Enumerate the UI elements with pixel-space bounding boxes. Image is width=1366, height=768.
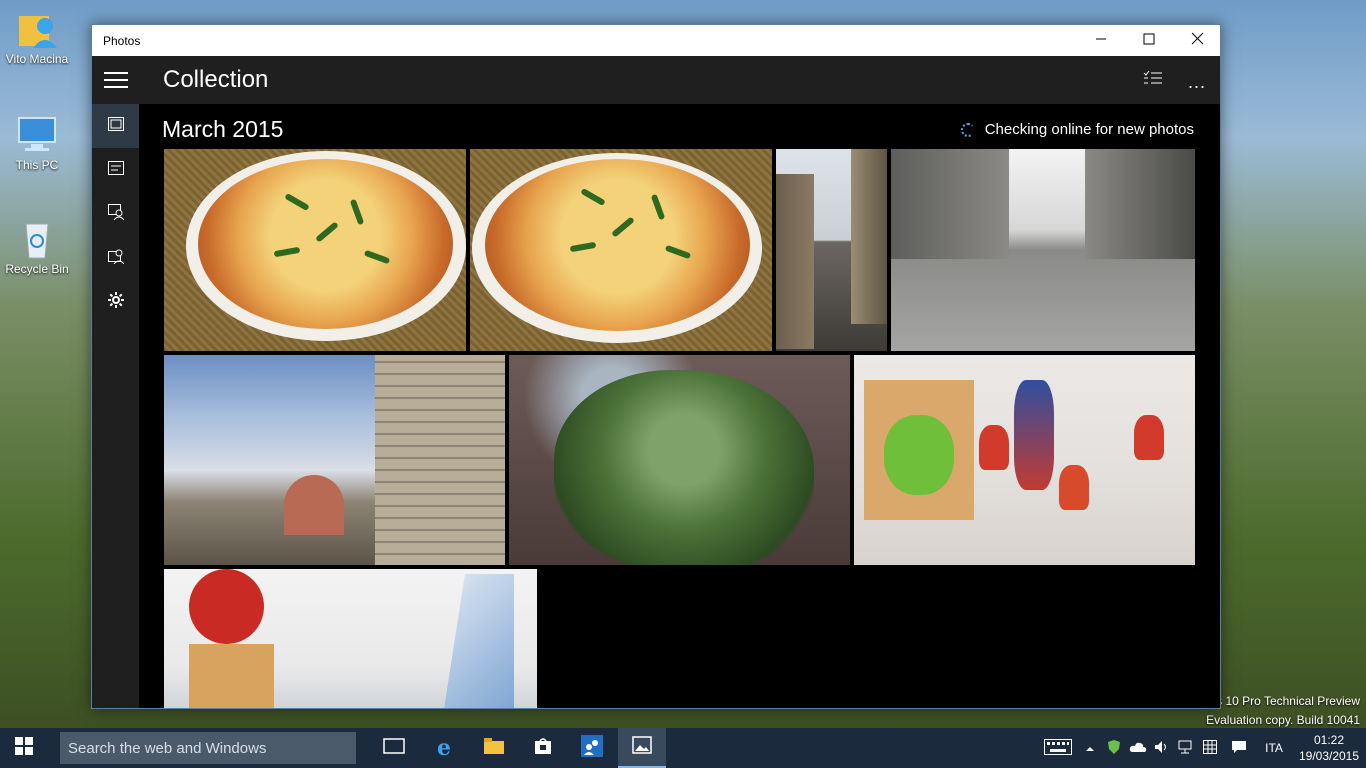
file-explorer-button[interactable] [470,728,518,768]
desktop-icon-this-pc[interactable]: This PC [4,112,70,172]
store-button[interactable] [519,728,567,768]
desktop-icon-user-folder[interactable]: Vito Macina [4,6,70,66]
settings-gear-icon [107,291,124,313]
sidebar-item-settings[interactable] [92,280,139,324]
sidebar-item-people[interactable] [92,192,139,236]
onedrive-tray-icon[interactable] [1126,728,1150,768]
internet-explorer-icon: e [437,735,451,761]
recycle-bin-icon [15,216,59,260]
title-bar[interactable]: Photos [92,25,1220,56]
chevron-up-icon [1085,741,1095,755]
albums-icon [107,160,124,180]
photos-app-button[interactable] [618,728,666,768]
sidebar-item-albums[interactable] [92,148,139,192]
language-indicator[interactable]: ITA [1256,741,1292,755]
user-folder-icon [15,6,59,50]
shield-icon [1107,739,1121,758]
photo-thumbnail[interactable] [509,355,850,565]
app-header: Collection ... [92,56,1220,104]
watermark-line1: s 10 Pro Technical Preview [1216,694,1360,708]
calendar-tray-icon[interactable] [1198,728,1222,768]
photo-thumbnail[interactable] [854,355,1195,565]
keyboard-icon [1044,738,1072,758]
clock-time: 01:22 [1313,733,1345,747]
minimize-button[interactable] [1078,25,1124,56]
grid-icon [1203,739,1217,757]
select-button[interactable] [1130,56,1176,104]
sidebar-item-import[interactable] [92,236,139,280]
loading-spinner-icon [960,122,975,137]
taskbar-search-input[interactable]: Search the web and Windows [60,732,356,764]
import-icon [107,248,124,269]
photos-app-icon [632,735,652,759]
hamburger-icon [103,72,128,74]
system-tray: ITA 01:22 19/03/2015 [1038,728,1366,768]
desktop-icon-label: Recycle Bin [5,262,69,276]
maximize-icon [1143,32,1155,50]
internet-explorer-button[interactable]: e [420,728,468,768]
people-app-icon [581,734,603,762]
desktop-icon-label: This PC [15,158,59,172]
window-title: Photos [103,33,141,48]
taskbar-clock[interactable]: 01:22 19/03/2015 [1292,732,1366,764]
more-icon: ... [1187,71,1206,92]
photo-thumbnail[interactable] [891,149,1195,351]
photo-thumbnail[interactable] [776,149,887,351]
desktop-icon-label: Vito Macina [5,52,69,66]
start-button[interactable] [0,728,48,768]
sidebar [92,104,139,708]
network-tray-icon[interactable] [1174,728,1198,768]
more-options-button[interactable]: ... [1174,56,1220,104]
sync-status: Checking online for new photos [960,121,1194,138]
task-view-icon [383,737,405,759]
store-icon [534,737,552,760]
photo-thumbnail[interactable] [164,569,537,708]
task-view-button[interactable] [370,728,418,768]
people-icon [107,203,124,225]
action-center-button[interactable] [1222,728,1256,768]
month-heading: March 2015 [162,116,284,142]
defender-tray-icon[interactable] [1102,728,1126,768]
sync-status-text: Checking online for new photos [984,121,1194,138]
maximize-button[interactable] [1126,25,1172,56]
sidebar-item-collection[interactable] [92,104,139,148]
clock-date: 19/03/2015 [1298,749,1360,763]
touch-keyboard-button[interactable] [1038,728,1078,768]
cloud-icon [1129,741,1147,756]
watermark-line2: Evaluation copy. Build 10041 [1206,713,1360,727]
notification-icon [1231,740,1247,757]
people-app-button[interactable] [568,728,616,768]
photo-thumbnail[interactable] [164,149,466,351]
taskbar: Search the web and Windows e ITA 01:22 1… [0,728,1366,768]
photo-thumbnail[interactable] [470,149,772,351]
speaker-icon [1154,740,1170,757]
collection-icon [107,116,124,136]
photo-thumbnail[interactable] [164,355,505,565]
desktop-icon-recycle-bin[interactable]: Recycle Bin [4,216,70,276]
photos-window: Photos Collection ... March 2015 Checkin… [91,24,1221,709]
select-icon [1143,70,1163,91]
close-button[interactable] [1174,25,1220,56]
minimize-icon [1095,32,1107,50]
collection-content: March 2015 Checking online for new photo… [139,104,1220,708]
close-icon [1191,32,1204,50]
network-icon [1178,740,1194,757]
volume-tray-icon[interactable] [1150,728,1174,768]
file-explorer-icon [483,737,505,760]
hamburger-menu-button[interactable] [92,56,139,104]
windows-logo-icon [15,736,33,760]
page-title: Collection [163,66,269,93]
show-hidden-icons-button[interactable] [1078,728,1102,768]
computer-icon [15,112,59,156]
